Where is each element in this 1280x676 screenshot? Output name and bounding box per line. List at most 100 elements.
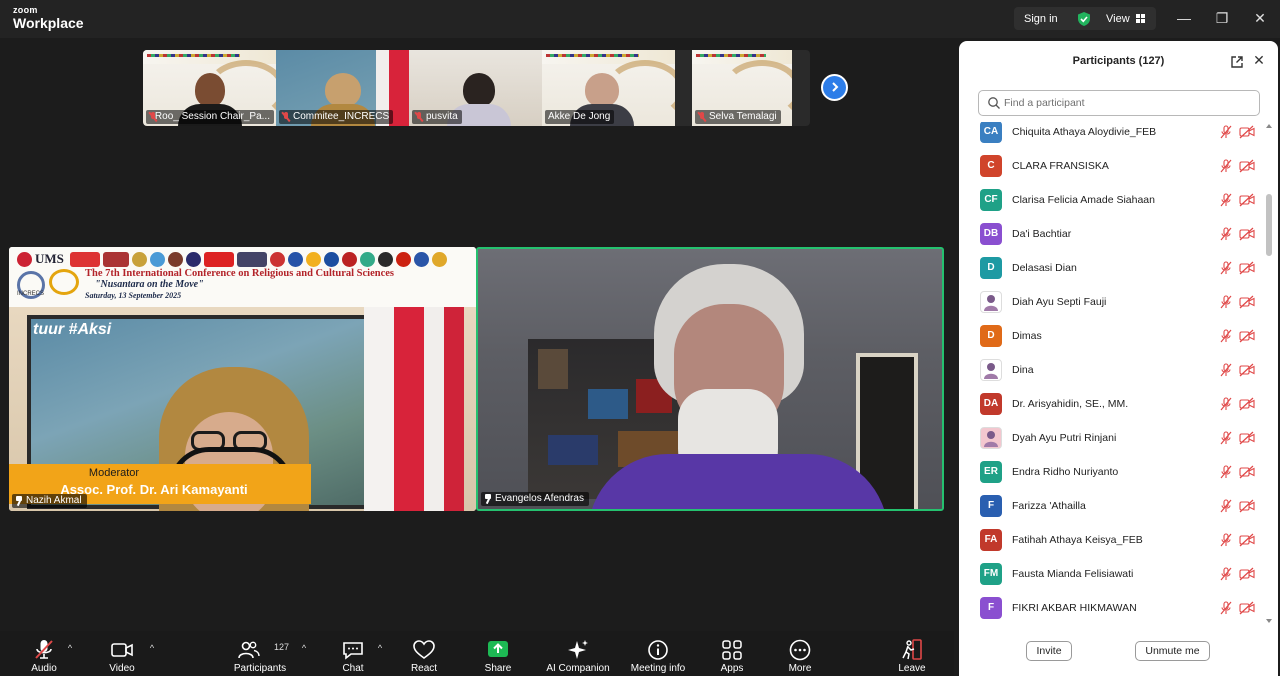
video-off-icon <box>1239 567 1255 581</box>
participants-options-caret[interactable]: ^ <box>299 643 309 653</box>
avatar <box>980 291 1002 313</box>
participant-row[interactable]: DB Da'i Bachtiar <box>959 217 1265 251</box>
thumbnail-label: Roo_ Session Chair_Pa... <box>146 110 274 124</box>
heart-icon <box>413 640 435 659</box>
mic-muted-icon <box>1220 261 1232 275</box>
restore-button[interactable]: ❐ <box>1212 8 1232 28</box>
next-page-button[interactable] <box>821 74 848 101</box>
participant-row[interactable]: CA Chiquita Athaya Aloydivie_FEB <box>959 122 1265 149</box>
more-button[interactable]: More <box>782 631 818 676</box>
participant-row[interactable]: FA Fatihah Athaya Keisya_FEB <box>959 523 1265 557</box>
apps-button[interactable]: Apps <box>714 631 750 676</box>
conference-date: Saturday, 13 September 2025 <box>85 291 182 300</box>
pin-icon <box>484 494 492 504</box>
participant-status-icons <box>1219 295 1259 309</box>
participant-row[interactable]: D Delasasi Dian <box>959 251 1265 285</box>
close-window-button[interactable]: ✕ <box>1250 8 1270 28</box>
scrollbar-thumb[interactable] <box>1266 194 1272 256</box>
participant-status-icons <box>1219 329 1259 343</box>
unmute-me-button[interactable]: Unmute me <box>1135 641 1210 661</box>
ums-logo-text: UMS <box>35 251 64 266</box>
zoom-app: zoom Workplace Sign in View — ❐ ✕ Roo_ S… <box>0 0 1280 676</box>
participants-icon <box>238 641 260 659</box>
video-tile-moderator[interactable]: UMS INCRECS The 7th International Confer… <box>9 247 476 511</box>
participant-row[interactable]: Dina <box>959 353 1265 387</box>
meeting-info-button[interactable]: Meeting info <box>624 631 692 676</box>
video-button[interactable]: Video <box>102 631 142 676</box>
mic-muted-icon <box>1220 601 1232 615</box>
minimize-button[interactable]: — <box>1174 8 1194 28</box>
video-off-icon <box>1239 329 1255 343</box>
participant-list: CA Chiquita Athaya Aloydivie_FEB C CLARA FR… <box>959 122 1265 626</box>
mic-muted-icon <box>1220 125 1232 139</box>
react-button[interactable]: React <box>404 631 444 676</box>
logo-line1: zoom <box>13 5 38 15</box>
share-button[interactable]: Share <box>478 631 518 676</box>
video-off-icon <box>1239 363 1255 377</box>
participant-name: Farizza 'Athailla <box>1012 500 1086 512</box>
participant-row[interactable]: ER Endra Ridho Nuriyanto <box>959 455 1265 489</box>
participant-name: Da'i Bachtiar <box>1012 228 1072 240</box>
audio-options-caret[interactable]: ^ <box>65 643 75 653</box>
participant-status-icons <box>1219 363 1259 377</box>
view-button[interactable]: View <box>1106 13 1130 25</box>
participant-status-icons <box>1219 499 1259 513</box>
thumbnail-video[interactable]: pusvita <box>409 50 542 126</box>
mic-muted-icon <box>415 112 423 122</box>
grid-view-icon[interactable] <box>1135 14 1146 23</box>
share-label: Share <box>484 663 512 674</box>
video-off-icon <box>1239 261 1255 275</box>
scroll-up-icon[interactable] <box>1266 123 1272 129</box>
mic-muted-icon <box>1220 431 1232 445</box>
participant-search[interactable] <box>978 90 1260 116</box>
thumbnail-video[interactable]: Akke De Jong <box>542 50 675 126</box>
avatar: DB <box>980 223 1002 245</box>
participant-row[interactable]: F Farizza 'Athailla <box>959 489 1265 523</box>
thumbnail-label: pusvita <box>412 110 462 124</box>
participant-status-icons <box>1219 397 1259 411</box>
shield-check-icon[interactable] <box>1076 11 1092 27</box>
participant-row[interactable]: Diah Ayu Septi Fauji <box>959 285 1265 319</box>
audio-button[interactable]: Audio <box>24 631 64 676</box>
participant-row[interactable]: DA Dr. Arisyahidin, SE., MM. <box>959 387 1265 421</box>
participant-row[interactable]: D Dimas <box>959 319 1265 353</box>
video-tile-active-speaker[interactable]: Evangelos Afendras <box>476 247 944 511</box>
thumbnail-video[interactable]: Commitee_INCRECS <box>276 50 409 126</box>
video-label: Video <box>109 663 135 674</box>
ai-companion-button[interactable]: AI Companion <box>542 631 614 676</box>
participant-status-icons <box>1219 227 1259 241</box>
scroll-down-icon[interactable] <box>1266 618 1272 624</box>
search-input[interactable] <box>1004 97 1244 109</box>
react-label: React <box>410 663 438 674</box>
participants-count: 127 <box>274 642 290 652</box>
thumbnail-name: Akke De Jong <box>548 111 611 122</box>
video-off-icon <box>1239 601 1255 615</box>
leave-button[interactable]: Leave <box>894 631 930 676</box>
participant-row[interactable]: F FIKRI AKBAR HIKMAWAN <box>959 591 1265 625</box>
thumbnail-video[interactable]: Roo_ Session Chair_Pa... <box>143 50 276 126</box>
avatar: F <box>980 495 1002 517</box>
participants-button[interactable]: 127 Participants <box>230 631 290 676</box>
participants-panel: Participants (127) ✕ CAChiquita Athaya A… <box>959 41 1278 676</box>
chat-button[interactable]: Chat <box>335 631 371 676</box>
invite-button[interactable]: Invite <box>1026 641 1072 661</box>
participant-row[interactable]: FM Fausta Mianda Felisiawati <box>959 557 1265 591</box>
avatar: DA <box>980 393 1002 415</box>
sign-in-button[interactable]: Sign in <box>1014 13 1072 25</box>
search-icon <box>988 97 1000 109</box>
chat-options-caret[interactable]: ^ <box>375 643 385 653</box>
participant-row[interactable] <box>959 625 1265 626</box>
participant-row[interactable]: CF Clarisa Felicia Amade Siahaan <box>959 183 1265 217</box>
gallery-strip: Roo_ Session Chair_Pa... Commitee_INCREC… <box>143 50 810 126</box>
sparkle-icon <box>568 640 588 659</box>
close-panel-icon[interactable]: ✕ <box>1252 53 1266 67</box>
participant-name: CLARA FRANSISKA <box>1012 160 1109 172</box>
participant-row[interactable]: C CLARA FRANSISKA <box>959 149 1265 183</box>
video-options-caret[interactable]: ^ <box>147 643 157 653</box>
pop-out-icon[interactable] <box>1230 55 1244 69</box>
chat-icon <box>343 642 363 660</box>
video-off-icon <box>1239 125 1255 139</box>
participant-row[interactable]: Dyah Ayu Putri Rinjani <box>959 421 1265 455</box>
thumbnail-label: Commitee_INCRECS <box>279 110 394 124</box>
thumbnail-video[interactable]: Selva Temalagi <box>692 50 792 126</box>
